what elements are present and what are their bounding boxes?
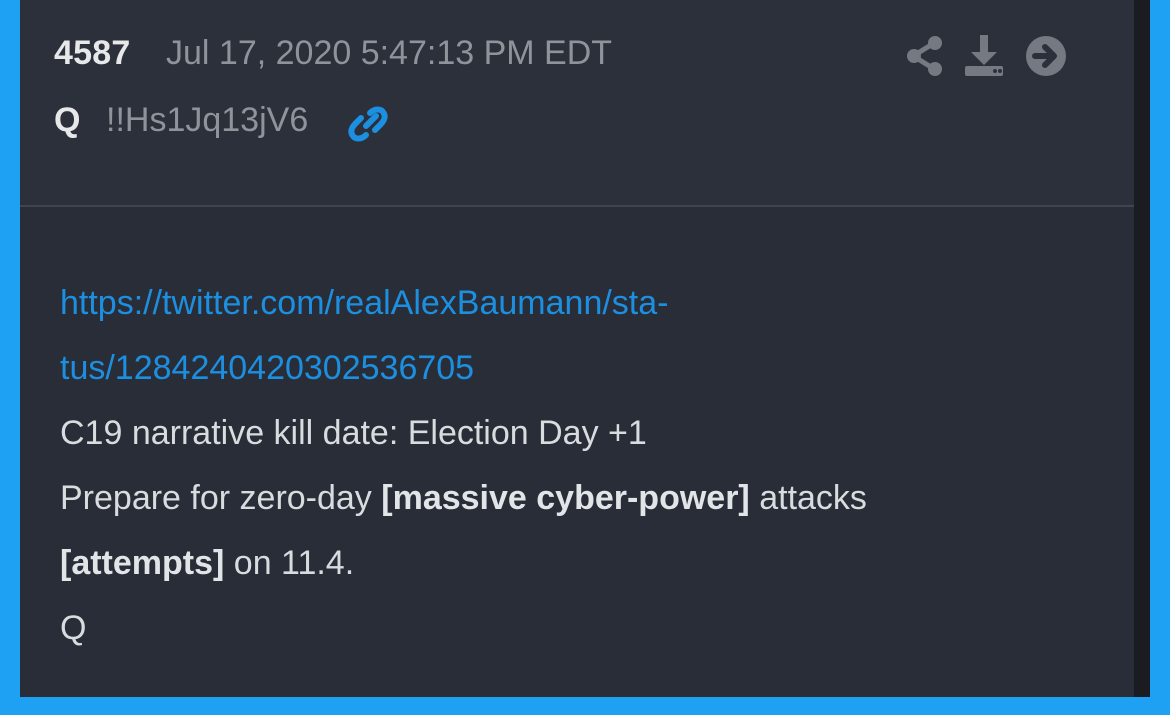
- post-text: https://twitter.com/realAlexBaumann/sta-…: [60, 271, 1100, 661]
- post-line-prepare-bold: [massive cyber-power]: [381, 479, 750, 517]
- post-timestamp: Jul 17, 2020 5:47:13 PM EDT: [166, 34, 613, 72]
- tweet-link-line-2[interactable]: tus/1284240420302536705: [60, 336, 1100, 401]
- post-signature: Q: [60, 609, 87, 647]
- screenshot-frame: 4587 Jul 17, 2020 5:47:13 PM EDT Q !!Hs1…: [0, 0, 1170, 715]
- post-card: 4587 Jul 17, 2020 5:47:13 PM EDT Q !!Hs1…: [20, 0, 1134, 697]
- post-body: https://twitter.com/realAlexBaumann/sta-…: [20, 209, 1134, 697]
- right-scrollbar-shadow: [1134, 0, 1150, 697]
- download-icon[interactable]: [962, 34, 1006, 78]
- post-line-narrative: C19 narrative kill date: Election Day +1: [60, 414, 647, 452]
- right-frame-edge: [1150, 0, 1170, 715]
- author-name: Q: [54, 101, 81, 139]
- post-line-attempts: [attempts] on 11.4.: [60, 531, 1100, 596]
- post-line-prepare-prefix: Prepare for zero-day: [60, 479, 382, 517]
- post-line-attempts-bold: [attempts]: [60, 544, 225, 582]
- post-header: 4587 Jul 17, 2020 5:47:13 PM EDT Q !!Hs1…: [20, 0, 1134, 207]
- link-icon[interactable]: [348, 104, 388, 144]
- post-number[interactable]: 4587: [54, 34, 130, 73]
- share-icon[interactable]: [904, 34, 948, 78]
- post-actions: [904, 34, 1074, 78]
- arrow-right-circle-icon[interactable]: [1024, 34, 1068, 78]
- tweet-link-line-1[interactable]: https://twitter.com/realAlexBaumann/sta-: [60, 271, 1100, 336]
- post-line-prepare-suffix: attacks: [749, 479, 867, 517]
- post-line-attempts-suffix: on 11.4.: [224, 544, 355, 582]
- post-line-prepare: Prepare for zero-day [massive cyber-powe…: [60, 466, 1100, 531]
- author-tripcode: !!Hs1Jq13jV6: [106, 101, 309, 139]
